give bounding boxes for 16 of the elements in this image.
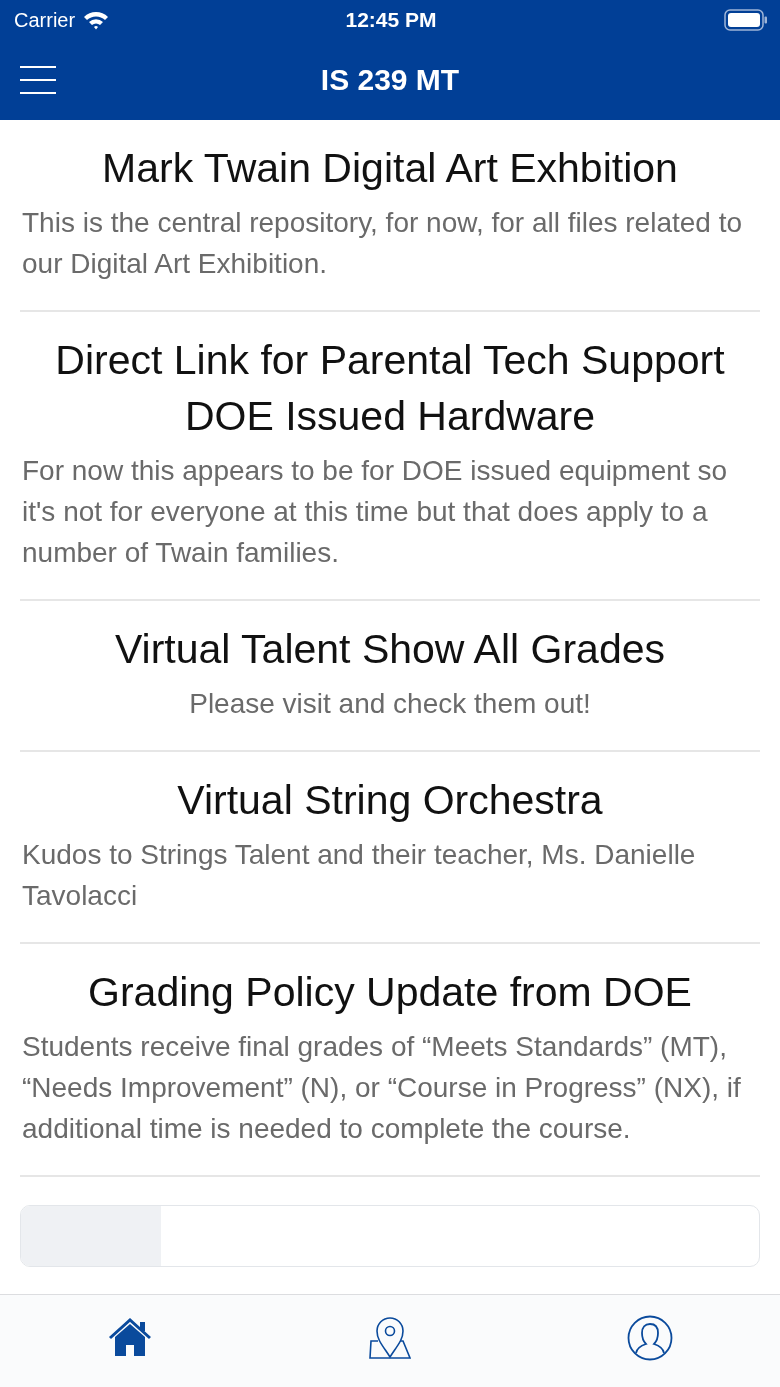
post-title: Virtual Talent Show All Grades: [114, 625, 666, 674]
post-title: Mark Twain Digital Art Exhbition: [101, 144, 679, 193]
post-body: Please visit and check them out!: [188, 687, 592, 721]
post-title: Grading Policy Update from DOE: [87, 968, 693, 1017]
post-body: Students receive final grades of “Meets Standards” (MT), “Needs Improvement” (N), or “Course in Progress” (NX), if additional time is needed to complete the course.: [21, 1030, 742, 1146]
post-body: Kudos to Strings Talent and their teacher, Ms. Danielle Tavolacci: [21, 838, 697, 913]
carrier-label: Carrier: [14, 8, 76, 32]
status-time: 12:45 PM: [345, 8, 437, 32]
post-title: Direct Link for Parental Tech Support DOE Issued Hardware: [54, 336, 726, 441]
post-body: This is the central repository, for now, for all files related to our Digital Art Exhibition.: [21, 206, 743, 281]
post-body: For now this appears to be for DOE issued equipment so it's not for everyone at this time but that does apply to a number of Twain families.: [21, 454, 729, 570]
screen-title: IS 239 MT: [320, 63, 460, 97]
menu-icon[interactable]: [20, 66, 56, 94]
battery-icon: [724, 9, 768, 31]
post-title: Virtual String Orchestra: [176, 776, 604, 825]
wifi-icon: [83, 10, 110, 30]
